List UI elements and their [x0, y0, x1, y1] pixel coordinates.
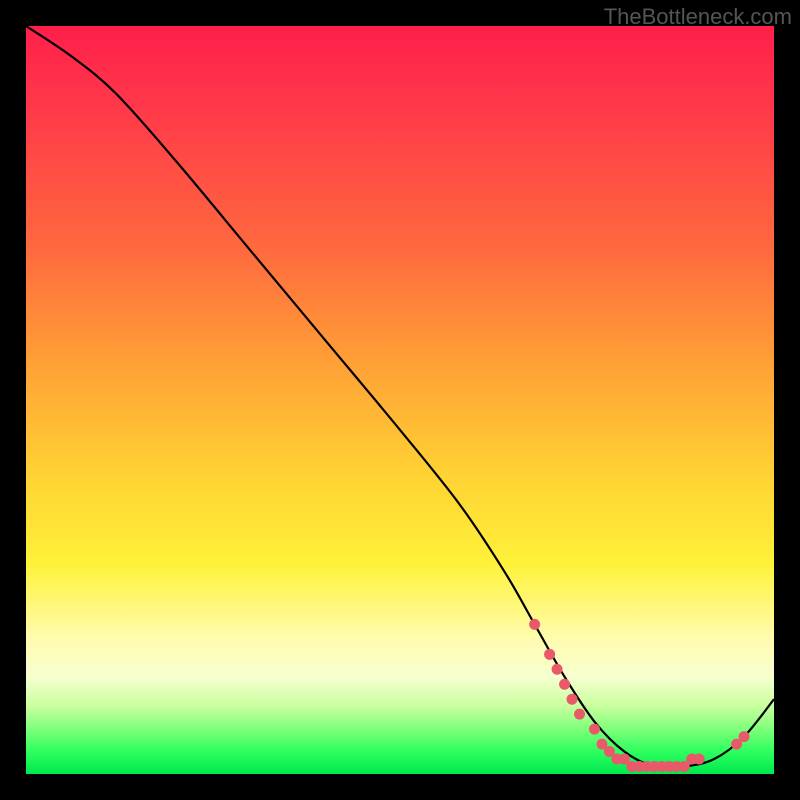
curve-svg [26, 26, 774, 774]
curve-marker [567, 694, 578, 705]
chart-container: TheBottleneck.com [0, 0, 800, 800]
curve-marker [529, 619, 540, 630]
curve-markers [529, 619, 749, 772]
curve-marker [544, 649, 555, 660]
curve-marker [552, 664, 563, 675]
curve-marker [559, 679, 570, 690]
curve-marker [589, 724, 600, 735]
curve-marker [694, 754, 705, 765]
plot-area [26, 26, 774, 774]
bottleneck-curve [26, 26, 774, 768]
curve-marker [739, 731, 750, 742]
curve-marker [574, 709, 585, 720]
watermark-text: TheBottleneck.com [604, 4, 792, 30]
